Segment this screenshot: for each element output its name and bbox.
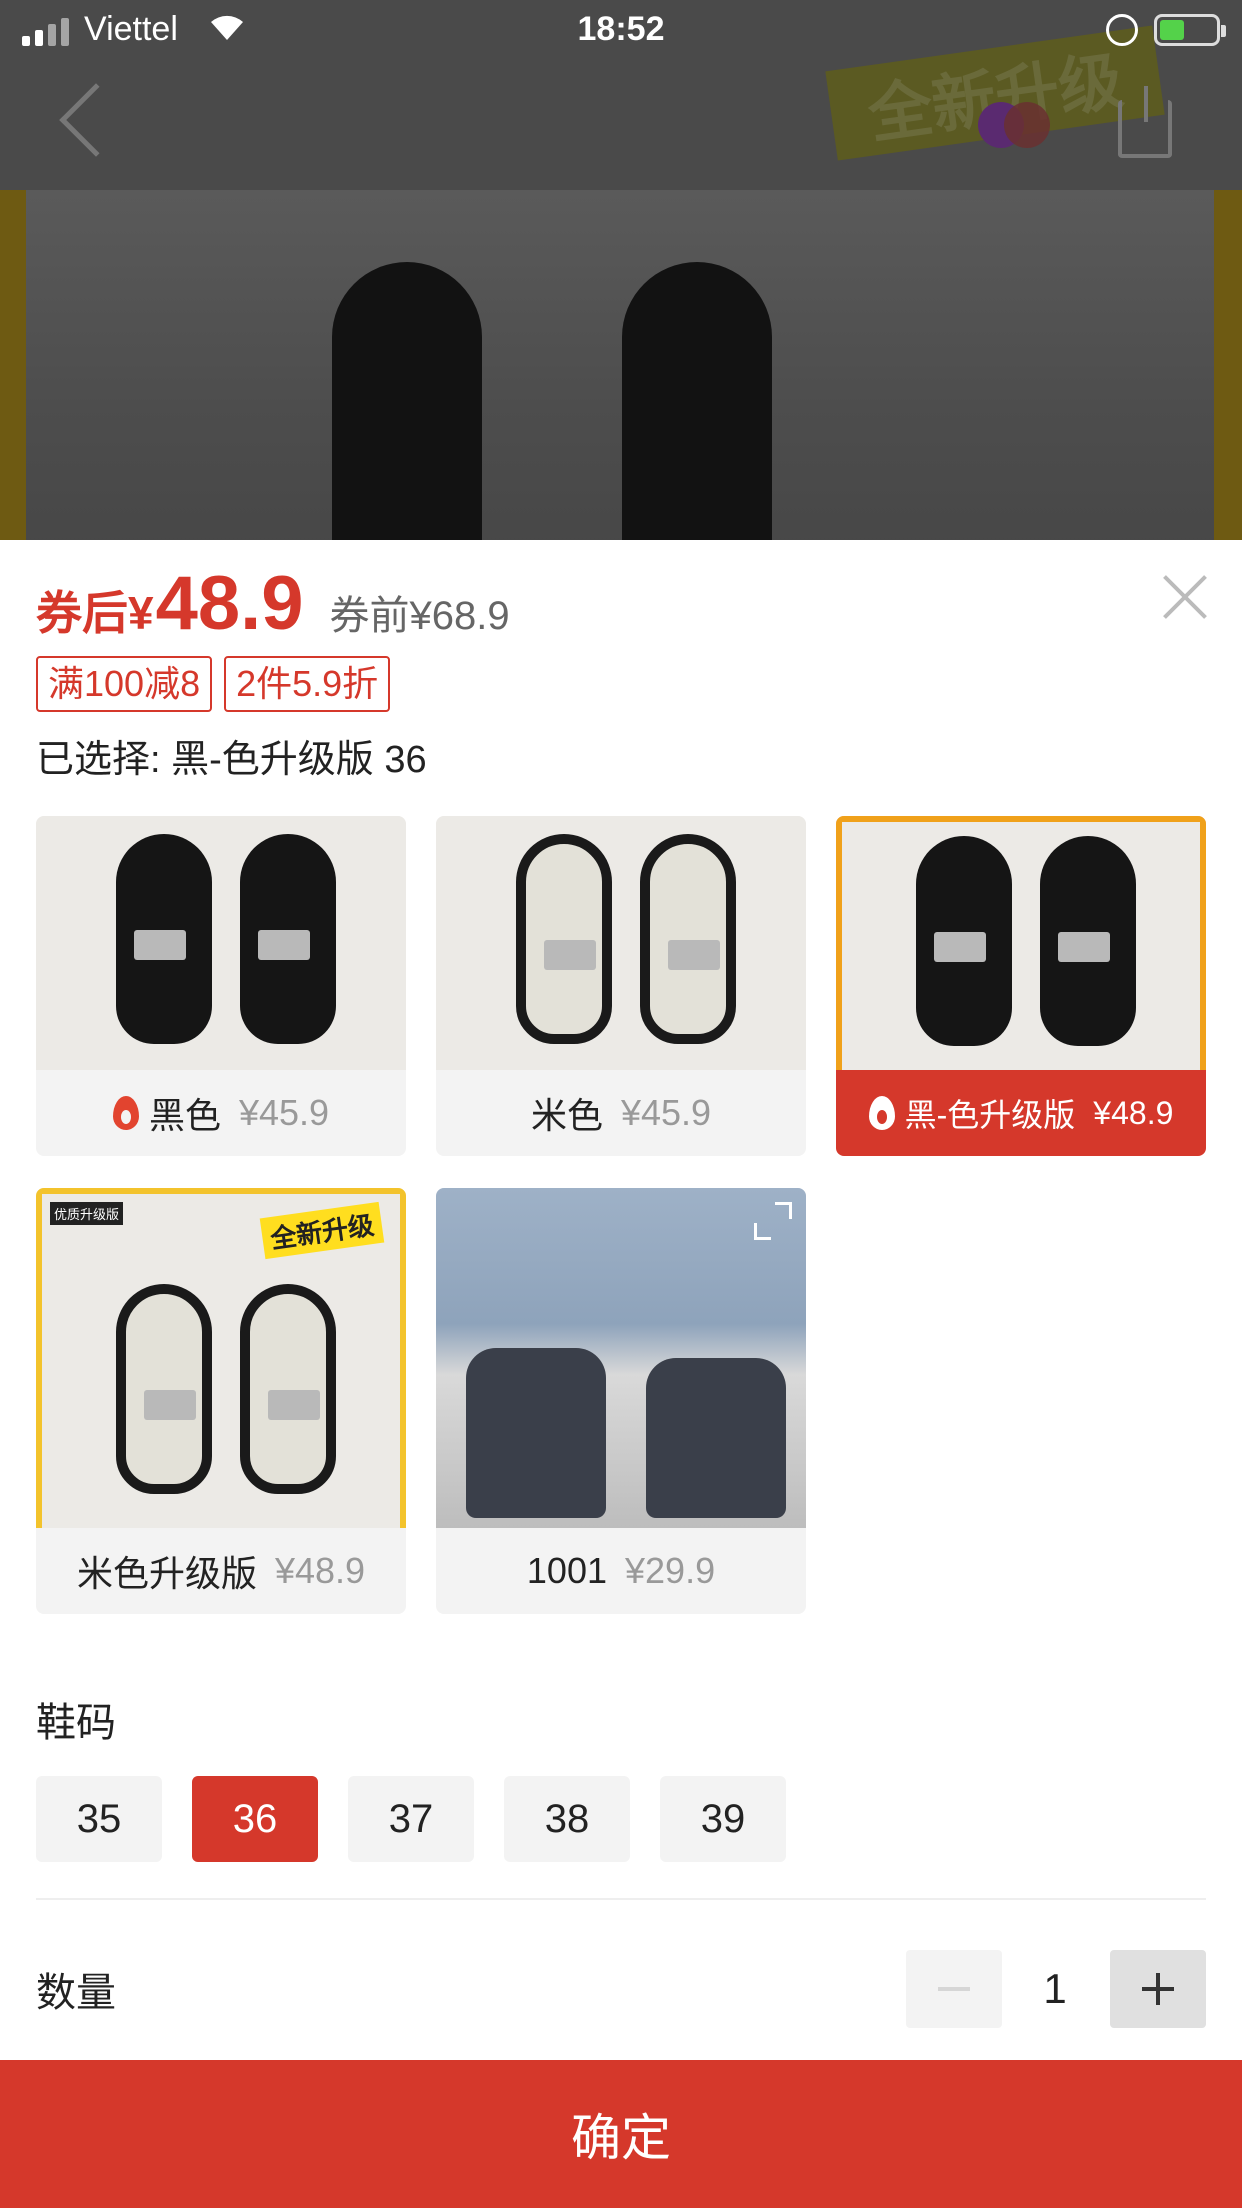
- quantity-value: 1: [1043, 1965, 1067, 2012]
- variant-name: 1001: [526, 1550, 607, 1591]
- variant-image: [836, 816, 1206, 1070]
- decrease-quantity-button[interactable]: [906, 1950, 1002, 2028]
- variant-price: ¥45.9: [620, 1092, 712, 1133]
- photo-border-right: [1214, 190, 1242, 540]
- variant-name: 米色: [530, 1095, 603, 1136]
- backdrop-shoe-left: [332, 262, 482, 540]
- battery-icon: [1154, 14, 1226, 46]
- variant-label: 米色 ¥45.9: [436, 1070, 806, 1156]
- price-after-coupon-prefix: 券后¥: [36, 587, 154, 639]
- product-photo: [24, 190, 1214, 540]
- variant-label: 1001 ¥29.9: [436, 1528, 806, 1614]
- variant-name: 黑色: [148, 1095, 221, 1136]
- selected-variant-text: 已选择: 黑-色升级版 36: [36, 739, 427, 781]
- price-before-coupon: 券前¥68.9: [329, 594, 510, 638]
- size-option[interactable]: 38: [504, 1776, 630, 1862]
- product-page-backdrop[interactable]: 全新升级 Viettel 18:52: [0, 0, 1242, 540]
- size-option[interactable]: 37: [348, 1776, 474, 1862]
- variant-image: [36, 816, 406, 1070]
- variant-name: 米色升级版: [76, 1553, 257, 1594]
- close-icon[interactable]: [1160, 572, 1210, 622]
- hot-fire-icon: [868, 1096, 895, 1130]
- hot-fire-icon: [112, 1096, 139, 1130]
- variant-price: ¥48.9: [1093, 1094, 1174, 1131]
- size-option-selected[interactable]: 36: [192, 1776, 318, 1862]
- variant-label: 黑-色升级版 ¥48.9: [836, 1070, 1206, 1156]
- divider: [36, 1898, 1206, 1900]
- variant-option-beige[interactable]: 米色 ¥45.9: [436, 816, 806, 1156]
- backdrop-shoe-right: [622, 262, 772, 540]
- variant-option-black[interactable]: 黑色 ¥45.9: [36, 816, 406, 1156]
- quantity-section-title: 数量: [36, 1971, 116, 2015]
- variant-label: 黑色 ¥45.9: [36, 1070, 406, 1156]
- size-options: 35 36 37 38 39: [36, 1776, 816, 1862]
- variant-name: 黑-色升级版: [904, 1097, 1076, 1133]
- size-section-title: 鞋码: [36, 1701, 116, 1745]
- price-row: 券后¥ 48.9 券前¥68.9: [36, 560, 510, 647]
- expand-icon[interactable]: [754, 1202, 792, 1240]
- upgrade-sticker: 全新升级: [259, 1201, 385, 1260]
- increase-quantity-button[interactable]: [1110, 1950, 1206, 2028]
- status-time: 18:52: [577, 10, 665, 48]
- shop-avatar-icon-overlay: [1004, 102, 1050, 148]
- status-bar: Viettel 18:52: [0, 0, 1242, 62]
- orientation-lock-icon: [1106, 14, 1138, 46]
- size-option[interactable]: 39: [660, 1776, 786, 1862]
- variant-option-beige-upgraded[interactable]: 优质升级版 全新升级 米色升级版 ¥48.9: [36, 1188, 406, 1614]
- variant-price: ¥29.9: [625, 1550, 716, 1591]
- price-after-coupon: 48.9: [155, 561, 304, 646]
- share-icon[interactable]: [1118, 86, 1172, 158]
- variant-price: ¥45.9: [238, 1092, 330, 1133]
- size-option[interactable]: 35: [36, 1776, 162, 1862]
- variant-image: [436, 1188, 806, 1528]
- sku-selector-sheet: 券后¥ 48.9 券前¥68.9 满100减8 2件5.9折 已选择: 黑-色升…: [0, 540, 1242, 2208]
- variant-price: ¥48.9: [274, 1550, 366, 1591]
- upgrade-badge: 优质升级版: [50, 1202, 124, 1225]
- promo-tags: 满100减8 2件5.9折: [36, 656, 391, 712]
- variant-label: 米色升级版 ¥48.9: [36, 1528, 406, 1614]
- promo-tag: 2件5.9折: [224, 656, 391, 712]
- photo-border-left: [0, 190, 26, 540]
- variant-option-1001[interactable]: 1001 ¥29.9: [436, 1188, 806, 1614]
- confirm-button[interactable]: 确定: [0, 2060, 1242, 2208]
- variant-option-black-upgraded[interactable]: 黑-色升级版 ¥48.9: [836, 816, 1206, 1156]
- variant-image: 优质升级版 全新升级: [36, 1188, 406, 1528]
- promo-tag: 满100减8: [36, 656, 213, 712]
- variant-image: [436, 816, 806, 1070]
